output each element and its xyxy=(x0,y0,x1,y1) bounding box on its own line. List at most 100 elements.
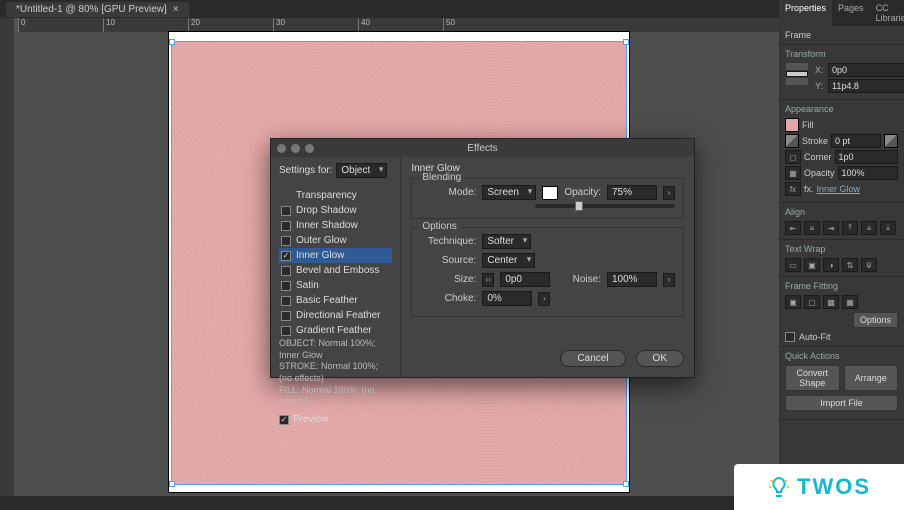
stroke-style-swatch[interactable] xyxy=(884,134,898,148)
corner-label: Corner xyxy=(804,152,832,162)
wrap-shape-icon[interactable]: ◑ xyxy=(823,258,839,272)
stepper-icon[interactable]: ‹› xyxy=(482,273,494,287)
autofit-checkbox[interactable] xyxy=(785,332,795,342)
section-title: Appearance xyxy=(785,104,898,114)
ok-button[interactable]: OK xyxy=(636,350,684,367)
align-top-icon[interactable]: ⤒ xyxy=(842,221,858,235)
stepper-icon[interactable]: › xyxy=(538,292,550,306)
effect-item-label: Bevel and Emboss xyxy=(296,265,379,276)
effect-checkbox[interactable] xyxy=(281,266,291,276)
effect-checkbox[interactable] xyxy=(281,311,291,321)
stepper-icon[interactable]: › xyxy=(663,186,675,200)
dialog-titlebar[interactable]: Effects xyxy=(271,139,694,157)
ruler-vertical[interactable] xyxy=(0,18,14,496)
convert-shape-button[interactable]: Convert Shape xyxy=(785,365,840,391)
transform-section: Transform X:W: Y:H: xyxy=(779,45,904,100)
effects-summary: OBJECT: Normal 100%; Inner Glow STROKE: … xyxy=(279,338,392,408)
effect-item-drop-shadow[interactable]: Drop Shadow xyxy=(279,203,392,218)
effect-item-gradient-feather[interactable]: Gradient Feather xyxy=(279,323,392,338)
tab-properties[interactable]: Properties xyxy=(779,0,832,26)
import-file-button[interactable]: Import File xyxy=(785,395,898,411)
noise-label: Noise: xyxy=(573,274,601,285)
y-field[interactable] xyxy=(828,79,904,93)
reference-point-grid[interactable] xyxy=(785,63,807,85)
cancel-button[interactable]: Cancel xyxy=(560,350,625,367)
stroke-swatch[interactable] xyxy=(785,134,799,148)
fx-icon[interactable]: fx xyxy=(785,182,801,196)
effect-checkbox[interactable] xyxy=(281,251,291,261)
preview-checkbox[interactable]: ✓ xyxy=(279,415,289,425)
settings-for-select[interactable]: Object xyxy=(336,163,387,178)
stepper-icon[interactable]: › xyxy=(663,273,675,287)
effect-checkbox[interactable] xyxy=(281,326,291,336)
corner-icon[interactable]: ◻ xyxy=(785,150,801,164)
resize-handle[interactable] xyxy=(169,39,175,45)
slider-thumb[interactable] xyxy=(575,201,583,211)
align-vcenter-icon[interactable]: ≡ xyxy=(861,221,877,235)
tab-cc-libraries[interactable]: CC Libraries xyxy=(870,0,904,26)
effect-item-satin[interactable]: Satin xyxy=(279,278,392,293)
corner-field[interactable] xyxy=(835,150,898,164)
fx-link[interactable]: Inner Glow xyxy=(817,184,861,194)
size-field[interactable] xyxy=(500,272,550,287)
x-field[interactable] xyxy=(828,63,904,77)
wrap-none-icon[interactable]: ▭ xyxy=(785,258,801,272)
effect-checkbox[interactable] xyxy=(281,281,291,291)
wrap-jump-icon[interactable]: ⇅ xyxy=(842,258,858,272)
effect-checkbox[interactable] xyxy=(281,236,291,246)
mode-select[interactable]: Screen xyxy=(482,185,536,200)
effect-item-outer-glow[interactable]: Outer Glow xyxy=(279,233,392,248)
effect-checkbox[interactable] xyxy=(281,296,291,306)
align-left-icon[interactable]: ⇤ xyxy=(785,221,801,235)
align-bottom-icon[interactable]: ⤓ xyxy=(880,221,896,235)
opacity-field[interactable] xyxy=(838,166,898,180)
ruler-mark: 20 xyxy=(188,18,273,32)
fit-prop-icon[interactable]: ▦ xyxy=(842,295,858,309)
align-hcenter-icon[interactable]: ≡ xyxy=(804,221,820,235)
effect-checkbox[interactable] xyxy=(281,221,291,231)
effect-item-label: Gradient Feather xyxy=(296,325,372,336)
effect-item-label: Directional Feather xyxy=(296,310,380,321)
source-select[interactable]: Center xyxy=(482,253,535,268)
effect-item-directional-feather[interactable]: Directional Feather xyxy=(279,308,392,323)
noise-field[interactable] xyxy=(607,272,657,287)
fit-content-icon[interactable]: ▣ xyxy=(785,295,801,309)
fit-fill-icon[interactable]: ▩ xyxy=(823,295,839,309)
opacity-slider[interactable] xyxy=(535,204,675,208)
document-tab[interactable]: *Untitled-1 @ 80% [GPU Preview] × xyxy=(6,2,189,17)
section-title: Align xyxy=(785,207,898,217)
preview-label: Preview xyxy=(293,414,329,425)
opacity-icon[interactable]: ▦ xyxy=(785,166,801,180)
effect-item-basic-feather[interactable]: Basic Feather xyxy=(279,293,392,308)
group-label: Blending xyxy=(418,172,465,183)
effect-item-inner-glow[interactable]: Inner Glow xyxy=(279,248,392,263)
effect-item-bevel-and-emboss[interactable]: Bevel and Emboss xyxy=(279,263,392,278)
resize-handle[interactable] xyxy=(623,481,629,487)
tab-pages[interactable]: Pages xyxy=(832,0,870,26)
close-icon[interactable]: × xyxy=(173,4,179,15)
stroke-weight-field[interactable] xyxy=(831,134,881,148)
arrange-button[interactable]: Arrange xyxy=(844,365,899,391)
text-wrap-section: Text Wrap ▭ ▣ ◑ ⇅ ⤋ xyxy=(779,240,904,277)
effect-item-transparency[interactable]: Transparency xyxy=(279,188,392,203)
opacity-field[interactable] xyxy=(607,185,657,200)
align-section: Align ⇤ ≡ ⇥ ⤒ ≡ ⤓ xyxy=(779,203,904,240)
ruler-horizontal[interactable]: 0 10 20 30 40 50 xyxy=(18,18,779,32)
wrap-jumpcol-icon[interactable]: ⤋ xyxy=(861,258,877,272)
fill-swatch[interactable] xyxy=(785,118,799,132)
quick-actions-section: Quick Actions Convert Shape Arrange Impo… xyxy=(779,347,904,420)
resize-handle[interactable] xyxy=(623,39,629,45)
align-right-icon[interactable]: ⇥ xyxy=(823,221,839,235)
effect-item-inner-shadow[interactable]: Inner Shadow xyxy=(279,218,392,233)
group-label: Options xyxy=(418,221,460,232)
technique-select[interactable]: Softer xyxy=(482,234,531,249)
fit-frame-icon[interactable]: ▢ xyxy=(804,295,820,309)
glow-color-swatch[interactable] xyxy=(542,186,558,200)
effect-checkbox[interactable] xyxy=(281,206,291,216)
wrap-bbox-icon[interactable]: ▣ xyxy=(804,258,820,272)
stroke-label: Stroke xyxy=(802,136,828,146)
frame-options-button[interactable]: Options xyxy=(853,312,898,328)
choke-field[interactable] xyxy=(482,291,532,306)
effects-list: TransparencyDrop ShadowInner ShadowOuter… xyxy=(279,188,392,338)
resize-handle[interactable] xyxy=(169,481,175,487)
